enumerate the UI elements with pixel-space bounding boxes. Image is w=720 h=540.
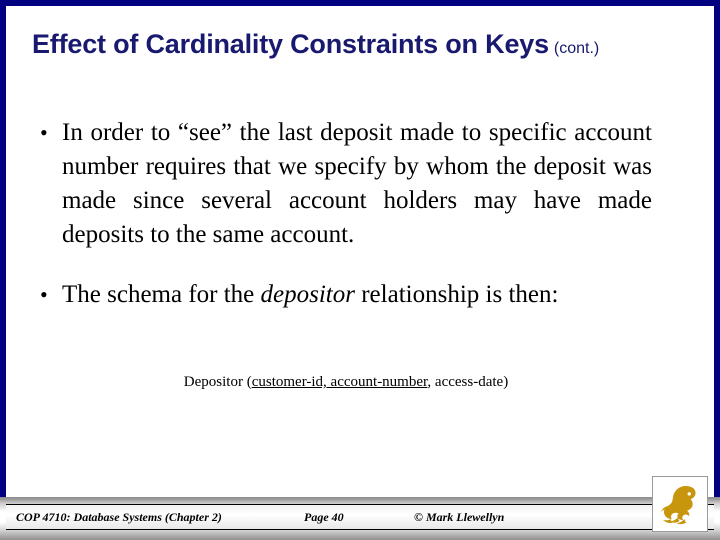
schema-relation-name: Depositor <box>183 374 243 390</box>
slide-title-main: Effect of Cardinality Constraints on Key… <box>32 29 549 59</box>
slide-title-continued-marker: (cont.) <box>553 40 600 57</box>
bullet-marker-icon: • <box>40 282 48 307</box>
bullet-item: • The schema for the depositor relations… <box>40 278 652 312</box>
emphasized-term: depositor <box>260 281 355 308</box>
slide-title: Effect of Cardinality Constraints on Key… <box>32 28 692 65</box>
slide-footer: COP 4710: Database Systems (Chapter 2) P… <box>0 497 720 540</box>
slide-body: • In order to “see” the last deposit mad… <box>40 116 652 312</box>
bullet-item: • In order to “see” the last deposit mad… <box>40 116 652 252</box>
schema-separator: , <box>427 374 435 390</box>
slide-border-top <box>0 0 720 6</box>
schema-key-attributes: customer-id, account-number <box>251 374 428 390</box>
slide-canvas: Effect of Cardinality Constraints on Key… <box>0 0 720 540</box>
ucf-pegasus-logo-icon <box>652 476 708 532</box>
footer-author-copyright: © Mark Llewellyn <box>414 509 505 524</box>
bullet-text-suffix: relationship is then: <box>354 281 559 308</box>
schema-close-paren: ) <box>503 374 509 390</box>
footer-course-label: COP 4710: Database Systems (Chapter 2) <box>16 509 222 524</box>
schema-other-attributes: access-date <box>434 374 504 390</box>
bullet-text-prefix: The schema for the <box>62 281 261 308</box>
bullet-text: In order to “see” the last deposit made … <box>62 119 652 248</box>
bullet-marker-icon: • <box>40 120 48 145</box>
footer-page-number: Page 40 <box>304 509 344 524</box>
slide-border-left <box>0 0 6 540</box>
schema-definition: Depositor (customer-id, account-number, … <box>40 372 652 392</box>
slide-border-right <box>714 0 720 540</box>
bullet-text: The schema for the depositor relationshi… <box>62 278 652 312</box>
footer-text-bar: COP 4710: Database Systems (Chapter 2) P… <box>6 504 714 530</box>
